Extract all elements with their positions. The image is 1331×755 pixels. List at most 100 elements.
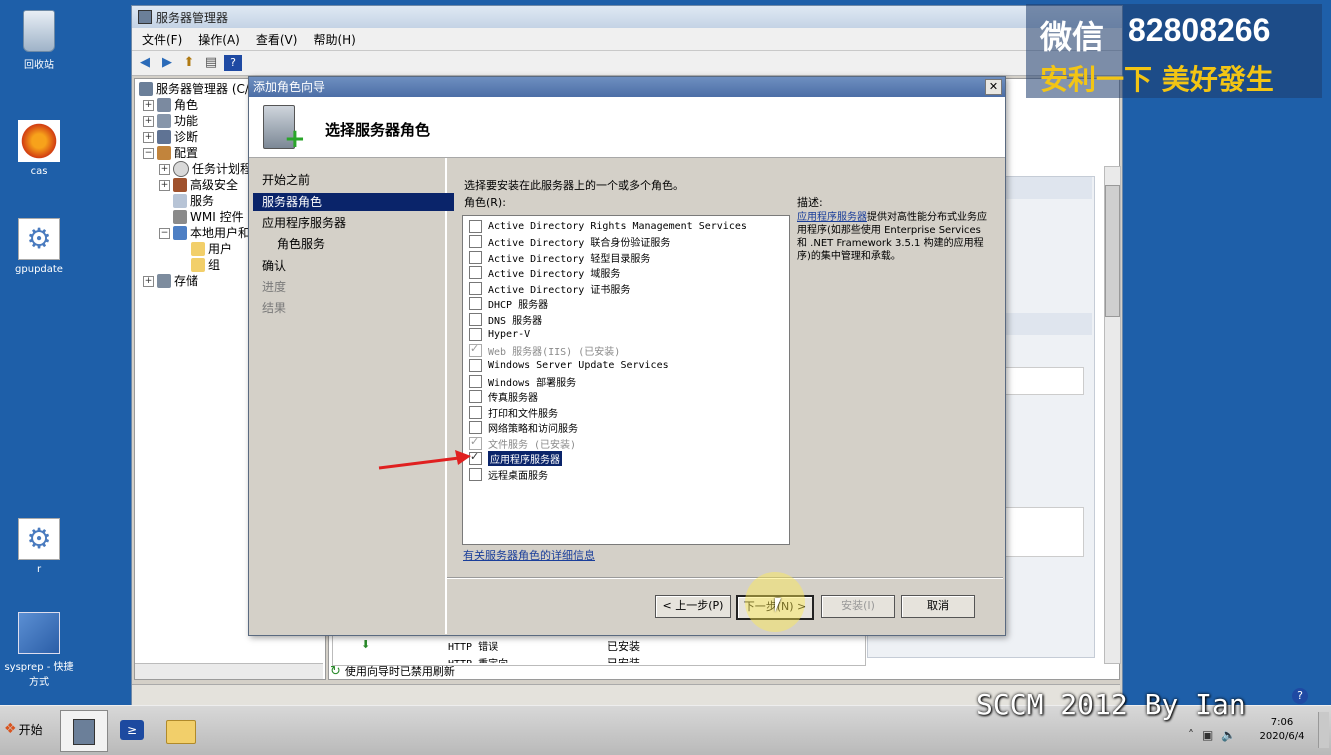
collapse-icon[interactable]: −: [143, 147, 154, 159]
role-checkbox[interactable]: [469, 406, 482, 419]
role-label: Active Directory 联合身份验证服务: [488, 238, 671, 249]
role-item[interactable]: 网络策略和访问服务: [469, 420, 578, 435]
menu-view[interactable]: 查看(V): [256, 31, 298, 48]
role-checkbox[interactable]: [469, 421, 482, 434]
expand-icon[interactable]: +: [143, 275, 154, 287]
role-checkbox[interactable]: [469, 220, 482, 233]
tree-item-groups[interactable]: 组: [191, 257, 220, 273]
role-label: Active Directory 域服务: [488, 269, 621, 280]
help-circle-icon[interactable]: ?: [1292, 688, 1308, 704]
expand-icon[interactable]: +: [159, 163, 170, 175]
role-item-application-server[interactable]: 应用程序服务器: [469, 450, 562, 466]
tree-item-firewall[interactable]: + 高级安全: [159, 177, 238, 193]
role-item[interactable]: DNS 服务器: [469, 312, 542, 327]
taskbar-powershell[interactable]: ≥: [112, 712, 152, 748]
roles-listbox[interactable]: Active Directory Rights Management Servi…: [462, 215, 790, 545]
wizard-header-title: 选择服务器角色: [325, 121, 431, 139]
expand-icon[interactable]: +: [143, 131, 154, 143]
menu-help[interactable]: 帮助(H): [313, 31, 355, 48]
role-checkbox[interactable]: [469, 266, 482, 279]
step-confirmation[interactable]: 确认: [262, 257, 286, 275]
show-desktop-button[interactable]: [1318, 712, 1329, 748]
step-role-services[interactable]: 角色服务: [277, 235, 325, 253]
taskbar-explorer[interactable]: [160, 712, 200, 748]
expand-icon[interactable]: +: [159, 179, 170, 191]
scrollbar-thumb[interactable]: [1105, 185, 1120, 317]
menu-bar: 文件(F) 操作(A) 查看(V) 帮助(H): [132, 28, 1122, 51]
role-item[interactable]: Active Directory Rights Management Servi…: [469, 219, 747, 234]
desktop-icon-recycle-bin[interactable]: 回收站: [4, 10, 74, 71]
close-button[interactable]: ✕: [985, 79, 1002, 95]
role-item: Web 服务器(IIS) (已安装): [469, 342, 620, 358]
role-item[interactable]: Active Directory 域服务: [469, 265, 620, 280]
role-item[interactable]: Active Directory 证书服务: [469, 281, 630, 296]
expand-icon[interactable]: +: [143, 99, 154, 111]
desktop-icon-sysprep[interactable]: sysprep - 快捷方式: [4, 612, 74, 688]
desktop-icon-r[interactable]: ⚙ r: [4, 518, 74, 575]
more-info-link[interactable]: 有关服务器角色的详细信息: [463, 547, 595, 563]
tree-horizontal-scrollbar[interactable]: [135, 663, 323, 679]
role-checkbox[interactable]: [469, 359, 482, 372]
tree-item-services[interactable]: 服务: [173, 193, 214, 209]
tree-item-features[interactable]: + 功能: [143, 113, 198, 129]
role-item[interactable]: Active Directory 联合身份验证服务: [469, 234, 670, 249]
up-folder-icon[interactable]: ⬆: [180, 55, 198, 71]
role-item[interactable]: Windows 部署服务: [469, 374, 576, 389]
step-application-server[interactable]: 应用程序服务器: [262, 214, 346, 232]
role-item[interactable]: 传真服务器: [469, 389, 538, 404]
desktop-icon-label: sysprep - 快捷方式: [4, 662, 74, 688]
role-checkbox[interactable]: [469, 313, 482, 326]
role-checkbox[interactable]: [469, 297, 482, 310]
role-item[interactable]: Windows Server Update Services: [469, 358, 669, 373]
role-checkbox[interactable]: [469, 375, 482, 388]
tree-item-wmi[interactable]: WMI 控件: [173, 209, 244, 225]
tree-item-task-scheduler[interactable]: + 任务计划程: [159, 161, 252, 177]
role-checkbox[interactable]: [469, 282, 482, 295]
tree-item-users[interactable]: 用户: [191, 241, 232, 257]
step-before-you-begin[interactable]: 开始之前: [262, 171, 310, 189]
help-icon[interactable]: ?: [224, 55, 242, 71]
wmi-icon: [173, 210, 187, 224]
tree-item-local-users[interactable]: − 本地用户和: [159, 225, 250, 241]
tree-item-diagnostics[interactable]: + 诊断: [143, 129, 198, 145]
desktop-icon-gpupdate[interactable]: ⚙ gpupdate: [4, 218, 74, 275]
role-item[interactable]: Hyper-V: [469, 327, 530, 342]
volume-muted-icon[interactable]: 🔈: [1221, 728, 1236, 742]
powershell-icon: ≥: [120, 720, 144, 740]
cancel-button[interactable]: 取消: [901, 595, 975, 618]
desktop-icon-label: r: [36, 564, 42, 575]
role-item: 文件服务 (已安装): [469, 435, 576, 451]
menu-action[interactable]: 操作(A): [198, 31, 240, 48]
server-manager-title: 服务器管理器: [156, 10, 229, 25]
step-server-roles[interactable]: 服务器角色: [253, 193, 454, 211]
main-vertical-scrollbar[interactable]: [1104, 166, 1121, 664]
forward-arrow-icon[interactable]: ▶: [158, 55, 176, 71]
network-icon[interactable]: ▣: [1202, 728, 1213, 742]
back-button[interactable]: < 上一步(P): [655, 595, 731, 618]
role-item[interactable]: Active Directory 轻型目录服务: [469, 250, 650, 265]
description-link[interactable]: 应用程序服务器: [797, 212, 867, 223]
role-item[interactable]: 打印和文件服务: [469, 405, 558, 420]
role-checkbox[interactable]: [469, 235, 482, 248]
menu-file[interactable]: 文件(F): [142, 31, 182, 48]
tree-root[interactable]: 服务器管理器 (C/: [139, 81, 249, 97]
role-checkbox[interactable]: [469, 390, 482, 403]
buttons-separator: [447, 577, 1003, 579]
tree-item-roles[interactable]: + 角色: [143, 97, 198, 113]
collapse-icon[interactable]: −: [159, 227, 170, 239]
desktop-icon-cas[interactable]: cas: [4, 120, 74, 177]
recycle-bin-icon: [23, 10, 55, 52]
clock[interactable]: 7:06 2020/6/4: [1254, 716, 1310, 744]
show-hide-tree-icon[interactable]: ▤: [202, 55, 220, 71]
expand-icon[interactable]: +: [143, 115, 154, 127]
role-checkbox[interactable]: [469, 251, 482, 264]
role-item[interactable]: DHCP 服务器: [469, 296, 548, 311]
role-checkbox[interactable]: [469, 328, 482, 341]
role-item[interactable]: 远程桌面服务: [469, 467, 548, 482]
tray-expand-icon[interactable]: ˄: [1188, 728, 1194, 742]
tree-item-configuration[interactable]: − 配置: [143, 145, 198, 161]
tree-item-storage[interactable]: + 存储: [143, 273, 198, 289]
back-arrow-icon[interactable]: ◀: [136, 55, 154, 71]
start-button[interactable]: ❖ 开始: [4, 714, 52, 744]
taskbar-server-manager[interactable]: [60, 710, 108, 752]
